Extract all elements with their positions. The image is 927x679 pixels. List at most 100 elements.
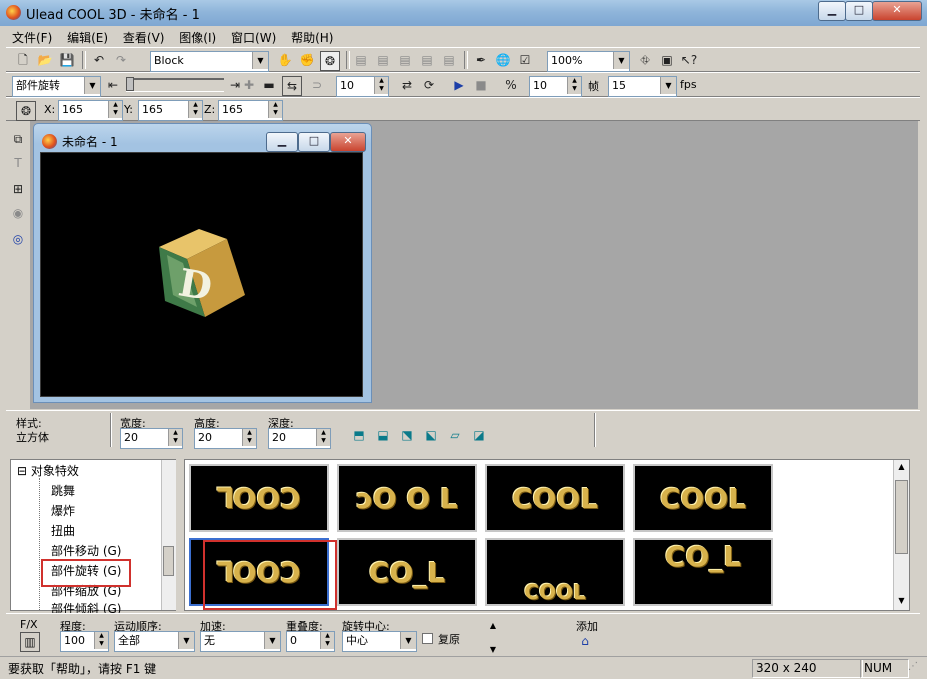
remove-keyframe-icon[interactable]: ▬: [260, 76, 278, 94]
layer-icon-5[interactable]: ▤: [440, 51, 458, 69]
select-object-icon[interactable]: ◉: [9, 204, 27, 222]
thumbnail-1[interactable]: ꓶOOƆ: [189, 464, 329, 532]
add-keyframe-icon[interactable]: ✚: [240, 76, 258, 94]
position-tool-icon[interactable]: ❂: [16, 101, 36, 121]
thumbnail-3[interactable]: COOL: [485, 464, 625, 532]
checkbox-tool-icon[interactable]: ☑: [516, 51, 534, 69]
scroll-down-icon[interactable]: ▼: [895, 596, 908, 605]
undo-icon[interactable]: ↶: [90, 51, 108, 69]
wand-icon[interactable]: ✒: [472, 51, 490, 69]
spin-arrows-icon[interactable]: ▲ ▼: [268, 101, 282, 118]
bevel-icon[interactable]: ◎: [9, 230, 27, 248]
menu-window[interactable]: 窗口(W): [225, 26, 281, 46]
tree-scrollbar[interactable]: [161, 460, 176, 610]
shape-frame-icon[interactable]: ⬕: [422, 426, 440, 444]
gallery-icon[interactable]: ▣: [658, 51, 676, 69]
tree-item-twist[interactable]: 扭曲: [51, 522, 75, 539]
rotate-tool-icon[interactable]: ❂: [320, 51, 340, 71]
cube-object[interactable]: D: [41, 153, 362, 396]
spin-arrows-icon[interactable]: ▲ ▼: [316, 429, 330, 446]
save-icon[interactable]: 💾: [58, 51, 76, 69]
thumbnail-6[interactable]: CO_L: [337, 538, 477, 606]
degree-spinner[interactable]: 100 ▲ ▼: [60, 631, 109, 652]
tree-item-part-move[interactable]: 部件移动 (G): [51, 542, 121, 559]
hand-rotate-icon[interactable]: ✊: [298, 51, 316, 69]
open-folder-icon[interactable]: 📂: [36, 51, 54, 69]
fx-toggle-icon[interactable]: ▥: [20, 632, 40, 652]
shape-slab-icon[interactable]: ▱: [446, 426, 464, 444]
spin-arrows-icon[interactable]: ▲ ▼: [188, 101, 202, 118]
play-icon[interactable]: ▶: [450, 76, 468, 94]
minimize-button[interactable]: ▁: [818, 1, 846, 21]
shape-cube-open-icon[interactable]: ⬓: [374, 426, 392, 444]
frame-spinner[interactable]: 10 ▲ ▼: [336, 76, 389, 97]
object-select[interactable]: Block ▼: [150, 51, 269, 72]
doc-maximize-button[interactable]: □: [298, 132, 330, 152]
spin-arrows-icon[interactable]: ▲ ▼: [94, 632, 108, 649]
tree-item-explode[interactable]: 爆炸: [51, 502, 75, 519]
thumbnail-8[interactable]: CO_L: [633, 538, 773, 606]
spin-arrows-icon[interactable]: ▲ ▼: [168, 429, 182, 446]
depth-spinner[interactable]: 20 ▲ ▼: [268, 428, 331, 449]
x-spinner[interactable]: 165 ▲ ▼: [58, 100, 123, 121]
menu-edit[interactable]: 编辑(E): [61, 26, 113, 46]
context-help-icon[interactable]: ↖?: [680, 51, 698, 69]
tree-scroll-thumb[interactable]: [163, 546, 174, 576]
hand-move-icon[interactable]: ✋: [276, 51, 294, 69]
center-select[interactable]: 中心 ▼: [342, 631, 417, 652]
export-icon[interactable]: ⛗: [636, 51, 654, 69]
menu-help[interactable]: 帮助(H): [285, 26, 338, 46]
menu-file[interactable]: 文件(F): [6, 26, 57, 46]
tree-item-dance[interactable]: 跳舞: [51, 482, 75, 499]
layer-icon-1[interactable]: ▤: [352, 51, 370, 69]
spin-arrows-icon[interactable]: ▲ ▼: [320, 632, 334, 649]
layer-icon-2[interactable]: ▤: [374, 51, 392, 69]
layer-icon-4[interactable]: ▤: [418, 51, 436, 69]
doc-minimize-button[interactable]: ▁: [266, 132, 298, 152]
speed-spinner[interactable]: 10 ▲ ▼: [529, 76, 582, 97]
spin-arrows-icon[interactable]: ▲ ▼: [374, 77, 388, 94]
accel-select[interactable]: 无 ▼: [200, 631, 281, 652]
loop-icon[interactable]: ⊃: [308, 76, 326, 94]
repeat-icon[interactable]: ⟳: [420, 76, 438, 94]
z-spinner[interactable]: 165 ▲ ▼: [218, 100, 283, 121]
spin-arrows-icon[interactable]: ▲ ▼: [242, 429, 256, 446]
width-spinner[interactable]: 20 ▲ ▼: [120, 428, 183, 449]
layer-icon-3[interactable]: ▤: [396, 51, 414, 69]
thumbnails-scrollbar[interactable]: ▲ ▼: [893, 460, 909, 610]
add-to-favorites-icon[interactable]: ⌂: [576, 632, 594, 650]
shape-cube-icon[interactable]: ⬒: [350, 426, 368, 444]
reverse-icon[interactable]: ⇆: [282, 76, 302, 96]
pingpong-icon[interactable]: ⇄: [398, 76, 416, 94]
doc-close-button[interactable]: ✕: [330, 132, 366, 152]
insert-object-icon[interactable]: ⊞: [9, 180, 27, 198]
menu-view[interactable]: 查看(V): [117, 26, 170, 46]
tree-root[interactable]: ⊟ 对象特效: [17, 462, 79, 479]
y-spinner[interactable]: 165 ▲ ▼: [138, 100, 203, 121]
effect-mode-select[interactable]: 部件旋转 ▼: [12, 76, 101, 97]
shape-box-icon[interactable]: ⬔: [398, 426, 416, 444]
close-button[interactable]: ✕: [872, 1, 922, 21]
redo-icon[interactable]: ↷: [112, 51, 130, 69]
edit-text-icon[interactable]: T: [9, 154, 27, 172]
thumbnail-4[interactable]: COOL: [633, 464, 773, 532]
text-frame-icon[interactable]: ⧉: [9, 130, 27, 148]
stop-icon[interactable]: ■: [472, 76, 490, 94]
shape-solid-icon[interactable]: ◪: [470, 426, 488, 444]
order-select[interactable]: 全部 ▼: [114, 631, 195, 652]
options-scroll-arrows-icon[interactable]: ▲ ▼: [488, 620, 498, 656]
timeline-slider-thumb[interactable]: [126, 77, 134, 91]
new-file-icon[interactable]: 🗋: [14, 51, 32, 69]
speed-icon[interactable]: %: [502, 76, 520, 94]
spin-arrows-icon[interactable]: ▲ ▼: [108, 101, 122, 118]
globe-icon[interactable]: 🌐: [494, 51, 512, 69]
scroll-up-icon[interactable]: ▲: [895, 462, 908, 471]
zoom-select[interactable]: 100% ▼: [547, 51, 630, 72]
resize-grip-icon[interactable]: ⋰: [908, 661, 922, 675]
fps-select[interactable]: 15 ▼: [608, 76, 677, 97]
maximize-button[interactable]: □: [845, 1, 873, 21]
overlap-spinner[interactable]: 0 ▲ ▼: [286, 631, 335, 652]
timeline-slider[interactable]: [126, 78, 224, 92]
spin-arrows-icon[interactable]: ▲ ▼: [567, 77, 581, 94]
thumbnails-scroll-thumb[interactable]: [895, 480, 908, 554]
